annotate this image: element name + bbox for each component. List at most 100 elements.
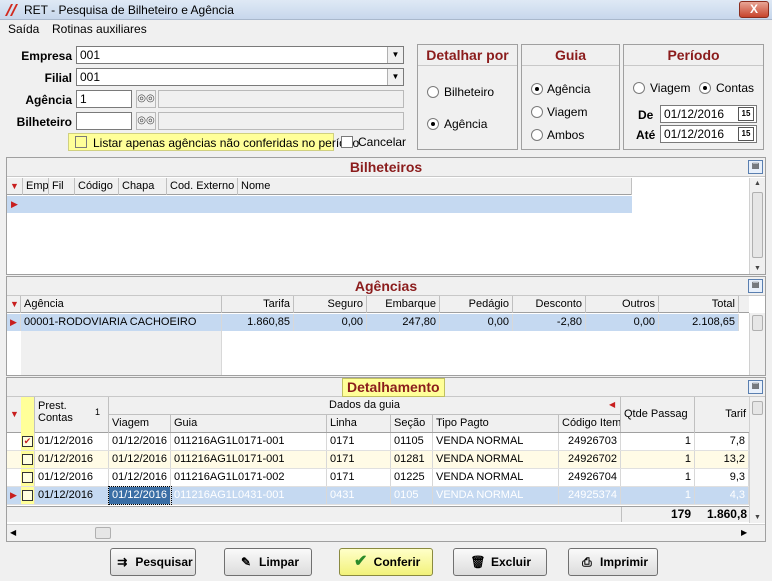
periodo-viagem-radio[interactable] bbox=[633, 82, 645, 94]
col-secao[interactable]: Seção bbox=[391, 415, 433, 432]
col-tipo-pagto[interactable]: Tipo Pagto bbox=[433, 415, 559, 432]
calendar-icon[interactable]: 15 bbox=[738, 107, 754, 121]
guia-ambos-radio[interactable] bbox=[531, 129, 543, 141]
col-fil[interactable]: Fil bbox=[49, 178, 75, 195]
viagem-cell[interactable]: 01/12/2016 bbox=[109, 451, 171, 468]
bilheteiro-input[interactable] bbox=[76, 112, 132, 130]
linha-cell[interactable]: 0171 bbox=[327, 451, 391, 468]
codigo-cell[interactable]: 24926704 bbox=[559, 469, 621, 486]
tipo-cell[interactable]: VENDA NORMAL bbox=[433, 469, 559, 486]
tarifa-cell[interactable]: 7,8 bbox=[695, 433, 749, 450]
listar-checkbox[interactable] bbox=[75, 136, 87, 148]
table-row[interactable]: 01/12/2016 01/12/2016 011216AG1L0171-001 01… bbox=[7, 451, 749, 469]
close-button[interactable]: X bbox=[739, 1, 769, 18]
detalhar-agencia-radio[interactable] bbox=[427, 118, 439, 130]
prest-cell[interactable]: 01/12/2016 bbox=[35, 433, 109, 450]
table-row[interactable]: ✔ 01/12/2016 01/12/2016 011216AG1L0171-001 0… bbox=[7, 433, 749, 451]
table-row[interactable]: 01/12/2016 01/12/2016 011216AG1L0171-002 01… bbox=[7, 469, 749, 487]
col-nome[interactable]: Nome bbox=[238, 178, 632, 195]
pesquisar-button[interactable]: ⇉ Pesquisar bbox=[110, 548, 196, 576]
table-row[interactable]: ▶ 00001-RODOVIARIA CACHOEIRO 1.860,85 0,… bbox=[7, 314, 739, 331]
scroll-up-icon[interactable]: ▲ bbox=[750, 180, 765, 187]
scroll-right-icon[interactable]: ▶ bbox=[741, 528, 747, 537]
guia-viagem-radio[interactable] bbox=[531, 106, 543, 118]
viagem-cell[interactable]: 01/12/2016 bbox=[108, 486, 172, 505]
col-cod-externo[interactable]: Cod. Externo bbox=[167, 178, 238, 195]
col-codigo[interactable]: Código bbox=[75, 178, 119, 195]
hscroll-thumb[interactable] bbox=[95, 527, 111, 539]
tipo-cell[interactable]: VENDA NORMAL bbox=[433, 487, 559, 504]
binoculars-icon[interactable]: ◎◎ bbox=[136, 90, 156, 108]
linha-cell[interactable]: 0171 bbox=[327, 433, 391, 450]
chevron-down-icon[interactable]: ▼ bbox=[387, 47, 403, 63]
periodo-contas-radio[interactable] bbox=[699, 82, 711, 94]
linha-cell[interactable]: 0431 bbox=[327, 487, 391, 504]
linha-cell[interactable]: 0171 bbox=[327, 469, 391, 486]
tarifa-cell[interactable]: 9,3 bbox=[695, 469, 749, 486]
cancelar-checkbox[interactable] bbox=[341, 136, 353, 148]
collapse-arrow-icon[interactable]: ◀ bbox=[609, 400, 615, 409]
scroll-left-icon[interactable]: ◀ bbox=[10, 528, 16, 537]
calendar-icon[interactable]: 15 bbox=[738, 127, 754, 141]
chevron-down-icon[interactable]: ▼ bbox=[387, 69, 403, 85]
limpar-button[interactable]: ✎ Limpar bbox=[224, 548, 312, 576]
qtde-cell[interactable]: 1 bbox=[621, 433, 695, 450]
secao-cell[interactable]: 01281 bbox=[391, 451, 433, 468]
col-outros[interactable]: Outros bbox=[586, 296, 659, 313]
col-desconto[interactable]: Desconto bbox=[513, 296, 586, 313]
row-checkbox[interactable] bbox=[22, 472, 33, 483]
bilheteiros-scrollbar[interactable]: ▲ ▼ bbox=[749, 178, 765, 274]
empresa-select[interactable]: 001 ▼ bbox=[76, 46, 404, 64]
imprimir-button[interactable]: ⎙ Imprimir bbox=[568, 548, 658, 576]
secao-cell[interactable]: 01105 bbox=[391, 433, 433, 450]
col-viagem[interactable]: Viagem bbox=[109, 415, 171, 432]
detalhar-bilheteiro-radio[interactable] bbox=[427, 86, 439, 98]
qtde-cell[interactable]: 1 bbox=[621, 451, 695, 468]
guia-cell[interactable]: 011216AG1L0431-001 bbox=[171, 487, 327, 504]
guia-cell[interactable]: 011216AG1L0171-001 bbox=[171, 451, 327, 468]
col-tarifa[interactable]: Tarif bbox=[695, 397, 749, 433]
secao-cell[interactable]: 01225 bbox=[391, 469, 433, 486]
ate-date-input[interactable]: 01/12/2016 15 bbox=[660, 125, 757, 143]
codigo-cell[interactable]: 24926702 bbox=[559, 451, 621, 468]
table-row[interactable]: ▶ 01/12/2016 01/12/2016 011216AG1L0431-001 0… bbox=[7, 486, 749, 505]
qtde-cell[interactable]: 1 bbox=[621, 469, 695, 486]
viagem-cell[interactable]: 01/12/2016 bbox=[109, 433, 171, 450]
scroll-thumb[interactable] bbox=[752, 315, 763, 331]
col-tarifa[interactable]: Tarifa bbox=[222, 296, 294, 313]
tarifa-cell[interactable]: 13,2 bbox=[695, 451, 749, 468]
grid-options-icon[interactable]: ▤ bbox=[748, 380, 763, 394]
qtde-cell[interactable]: 1 bbox=[621, 487, 695, 504]
tarifa-cell[interactable]: 1.860,85 bbox=[222, 314, 294, 331]
guia-agencia-radio[interactable] bbox=[531, 83, 543, 95]
viagem-cell[interactable]: 01/12/2016 bbox=[109, 469, 171, 486]
de-date-input[interactable]: 01/12/2016 15 bbox=[660, 105, 757, 123]
scroll-down-icon[interactable]: ▼ bbox=[750, 514, 765, 521]
agencia-cell[interactable]: 00001-RODOVIARIA CACHOEIRO bbox=[21, 314, 222, 331]
excluir-button[interactable]: 🗑 Excluir bbox=[453, 548, 547, 576]
col-linha[interactable]: Linha bbox=[327, 415, 391, 432]
row-checkbox[interactable]: ✔ bbox=[22, 436, 33, 447]
seguro-cell[interactable]: 0,00 bbox=[294, 314, 367, 331]
menu-saida[interactable]: Saída bbox=[8, 22, 39, 36]
col-embarque[interactable]: Embarque bbox=[367, 296, 440, 313]
col-prest-contas[interactable]: Prest. Contas 1 bbox=[35, 397, 109, 433]
grid-options-icon[interactable]: ▤ bbox=[748, 279, 763, 293]
embarque-cell[interactable]: 247,80 bbox=[367, 314, 440, 331]
prest-cell[interactable]: 01/12/2016 bbox=[35, 469, 109, 486]
tipo-cell[interactable]: VENDA NORMAL bbox=[433, 451, 559, 468]
detalhamento-vscrollbar[interactable]: ▼ bbox=[749, 397, 765, 523]
codigo-cell[interactable]: 24926703 bbox=[559, 433, 621, 450]
col-emp[interactable]: Emp bbox=[23, 178, 49, 195]
total-cell[interactable]: 2.108,65 bbox=[659, 314, 739, 331]
listar-option[interactable]: Listar apenas agências não conferidas no… bbox=[68, 133, 359, 151]
scroll-down-icon[interactable]: ▼ bbox=[750, 265, 765, 272]
outros-cell[interactable]: 0,00 bbox=[586, 314, 659, 331]
tipo-cell[interactable]: VENDA NORMAL bbox=[433, 433, 559, 450]
row-checkbox[interactable] bbox=[22, 490, 33, 501]
row-checkbox[interactable] bbox=[22, 454, 33, 465]
prest-cell[interactable]: 01/12/2016 bbox=[35, 487, 109, 504]
col-chapa[interactable]: Chapa bbox=[119, 178, 167, 195]
menu-rotinas-auxiliares[interactable]: Rotinas auxiliares bbox=[52, 22, 147, 36]
col-seguro[interactable]: Seguro bbox=[294, 296, 367, 313]
